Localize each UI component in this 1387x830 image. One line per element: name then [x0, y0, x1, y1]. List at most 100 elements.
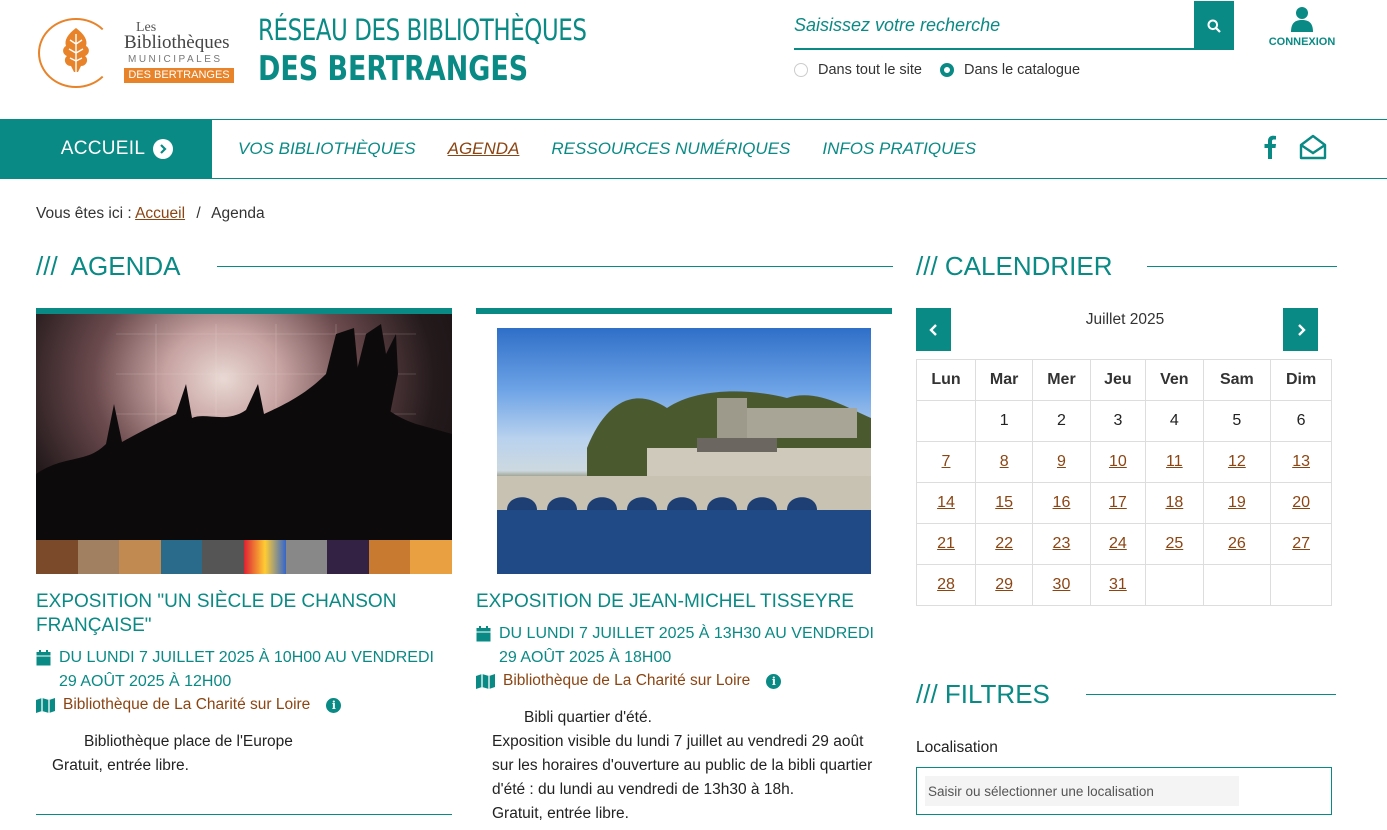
calendar-day-cell[interactable]: 10: [1089, 441, 1147, 483]
location-input[interactable]: [925, 776, 1239, 806]
calendar-day-link[interactable]: 31: [1109, 576, 1127, 593]
calendar-day-cell[interactable]: 25: [1145, 523, 1204, 565]
event-title[interactable]: EXPOSITION DE JEAN-MICHEL TISSEYRE: [476, 590, 892, 614]
search-input[interactable]: [794, 6, 1190, 44]
event-image-town[interactable]: [476, 314, 892, 574]
event-card[interactable]: EXPOSITION DE JEAN-MICHEL TISSEYRE DU LU…: [476, 308, 892, 826]
calendar-day-link[interactable]: 7: [942, 453, 951, 470]
calendar-day-link[interactable]: 28: [937, 576, 955, 593]
scope-option-catalogue[interactable]: Dans le catalogue: [939, 62, 1081, 78]
calendar-day-link[interactable]: 15: [995, 494, 1013, 511]
calendar-day-cell[interactable]: 19: [1202, 482, 1272, 524]
nav-home-label: ACCUEIL: [60, 138, 146, 159]
crowd-silhouette: [36, 324, 452, 544]
calendar-day-link[interactable]: 20: [1292, 494, 1310, 511]
calendar-day-cell[interactable]: 7: [916, 441, 976, 483]
calendar-day-link[interactable]: 23: [1053, 535, 1071, 552]
calendar-day-link[interactable]: 30: [1053, 576, 1071, 593]
calendar-next-button[interactable]: [1283, 308, 1318, 351]
event-location: Bibliothèque de La Charité sur Loire i: [36, 696, 452, 714]
calendar-day-cell[interactable]: 9: [1032, 441, 1091, 483]
calendar-day-link[interactable]: 25: [1165, 535, 1183, 552]
calendar-day-cell: 4: [1145, 400, 1204, 442]
nav-item-bibliotheques[interactable]: VOS BIBLIOTHÈQUES: [238, 139, 416, 159]
calendar-day-link[interactable]: 16: [1053, 494, 1071, 511]
login-button[interactable]: CONNEXION: [1262, 6, 1342, 48]
event-date-text: DU LUNDI 7 JUILLET 2025 À 13H30 AU VENDR…: [499, 625, 874, 666]
calendar-day-link[interactable]: 29: [995, 576, 1013, 593]
calendar-day-link[interactable]: 24: [1109, 535, 1127, 552]
location-filter: [916, 767, 1332, 815]
calendar-day-link[interactable]: 10: [1109, 453, 1127, 470]
nav-item-ressources[interactable]: RESSOURCES NUMÉRIQUES: [551, 139, 790, 159]
calendar-day-link[interactable]: 27: [1292, 535, 1310, 552]
calendar-day-cell[interactable]: 18: [1145, 482, 1204, 524]
calendar-day-cell[interactable]: 31: [1089, 564, 1147, 606]
calendar-day-cell[interactable]: 21: [916, 523, 976, 565]
event-image-concert[interactable]: [36, 314, 452, 574]
breadcrumb: Vous êtes ici : Accueil / Agenda: [36, 205, 265, 223]
info-icon[interactable]: i: [326, 697, 342, 713]
facebook-link[interactable]: [1263, 135, 1277, 164]
calendar-day-cell[interactable]: 24: [1089, 523, 1147, 565]
weekday-header: Lun: [916, 359, 976, 401]
calendar-day-cell: [1145, 564, 1204, 606]
calendar-day-link[interactable]: 26: [1228, 535, 1246, 552]
calendar-day-link[interactable]: 12: [1228, 453, 1246, 470]
calendar-day-cell[interactable]: 15: [974, 482, 1034, 524]
breadcrumb-home-link[interactable]: Accueil: [135, 205, 185, 222]
calendar-day-cell[interactable]: 8: [974, 441, 1034, 483]
nav-item-accueil[interactable]: ACCUEIL: [0, 119, 212, 179]
town-photo: [497, 328, 871, 574]
calendar-day-cell: [1202, 564, 1272, 606]
calendar-day-cell[interactable]: 29: [974, 564, 1034, 606]
search-button[interactable]: [1194, 1, 1234, 50]
calendar-day-cell[interactable]: 20: [1270, 482, 1332, 524]
breadcrumb-separator: /: [196, 205, 201, 222]
calendar-grid: Lun Mar Mer Jeu Ven Sam Dim 1 2 3 4 5 6 7 8 9 10 1…: [916, 359, 1332, 606]
scope-option-site[interactable]: Dans tout le site: [794, 62, 922, 78]
event-location-text[interactable]: Bibliothèque de La Charité sur Loire: [63, 696, 310, 714]
calendar-day-cell[interactable]: 14: [916, 482, 976, 524]
calendar-day-cell[interactable]: 28: [916, 564, 976, 606]
calendar-day-cell[interactable]: 12: [1202, 441, 1272, 483]
nav-item-agenda[interactable]: AGENDA: [448, 139, 520, 159]
event-title[interactable]: EXPOSITION "UN SIÈCLE DE CHANSON FRANÇAI…: [36, 590, 452, 638]
calendar-prev-button[interactable]: [916, 308, 951, 351]
filters-heading-text: /// FILTRES: [916, 679, 1050, 709]
calendar-day-link[interactable]: 9: [1057, 453, 1066, 470]
info-icon[interactable]: i: [766, 673, 782, 689]
calendar-day-link[interactable]: 21: [937, 535, 955, 552]
newsletter-icon: [1299, 134, 1327, 160]
calendar-day-link[interactable]: 22: [995, 535, 1013, 552]
search-scope: Dans tout le site Dans le catalogue: [794, 62, 1080, 78]
calendar-day-cell[interactable]: 27: [1270, 523, 1332, 565]
agenda-heading: /// AGENDA: [36, 251, 893, 282]
calendar-day-cell[interactable]: 23: [1032, 523, 1091, 565]
nav-items: VOS BIBLIOTHÈQUES AGENDA RESSOURCES NUMÉ…: [238, 120, 976, 178]
calendar-day-link[interactable]: 19: [1228, 494, 1246, 511]
calendar-day-link[interactable]: 8: [1000, 453, 1009, 470]
calendar-day-link[interactable]: 11: [1166, 453, 1183, 470]
site-logo[interactable]: Les Bibliothèques MUNICIPALES DES BERTRA…: [36, 16, 236, 90]
event-desc-line: Exposition visible du lundi 7 juillet au…: [492, 733, 873, 798]
newsletter-link[interactable]: [1299, 134, 1327, 165]
calendar-day-link[interactable]: 14: [937, 494, 955, 511]
calendar-day-cell[interactable]: 17: [1089, 482, 1147, 524]
site-title-line2: DES BERTRANGES: [258, 49, 529, 89]
calendar-day-cell[interactable]: 26: [1202, 523, 1272, 565]
calendar-day-link[interactable]: 18: [1165, 494, 1183, 511]
calendar-day-cell[interactable]: 11: [1145, 441, 1204, 483]
calendar-day-link[interactable]: 13: [1292, 453, 1310, 470]
calendar-day-cell[interactable]: 16: [1032, 482, 1091, 524]
logo-text-des-bertranges: DES BERTRANGES: [124, 68, 234, 83]
calendar-day-cell[interactable]: 13: [1270, 441, 1332, 483]
event-location-text[interactable]: Bibliothèque de La Charité sur Loire: [503, 672, 750, 690]
nav-item-infos[interactable]: INFOS PRATIQUES: [822, 139, 976, 159]
site-title[interactable]: RÉSEAU DES BIBLIOTHÈQUES DES BERTRANGES: [258, 13, 631, 89]
calendar-day-cell[interactable]: 22: [974, 523, 1034, 565]
calendar-day-link[interactable]: 17: [1109, 494, 1127, 511]
scope-option-label: Dans le catalogue: [963, 62, 1081, 78]
calendar-day-cell[interactable]: 30: [1032, 564, 1091, 606]
event-card[interactable]: EXPOSITION "UN SIÈCLE DE CHANSON FRANÇAI…: [36, 308, 452, 778]
